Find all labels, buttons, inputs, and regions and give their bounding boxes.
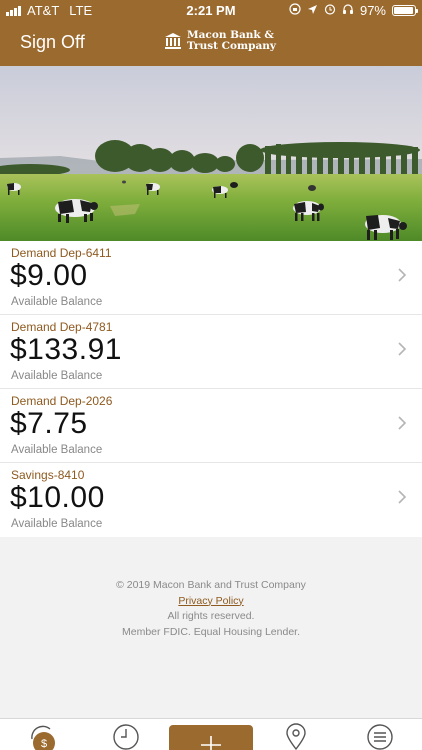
headphones-icon <box>342 3 354 18</box>
sign-off-button[interactable]: Sign Off <box>20 32 85 53</box>
nav-row: Sign Off Macon Bank & Trust Company <box>0 22 422 66</box>
tab-history[interactable] <box>112 723 140 750</box>
bank-logo-text: Macon Bank & Trust Company <box>187 30 276 52</box>
screen-lock-icon <box>289 3 301 18</box>
chevron-right-icon <box>398 342 407 356</box>
account-name: Savings-8410 <box>11 468 85 482</box>
account-balance: $9.00 <box>10 259 88 292</box>
available-balance-label: Available Balance <box>11 444 103 456</box>
location-icon <box>286 723 306 750</box>
menu-icon <box>367 724 393 750</box>
available-balance-label: Available Balance <box>11 296 103 308</box>
account-row[interactable]: Savings-8410 $10.00 Available Balance <box>0 463 422 537</box>
fdic-text: Member FDIC. Equal Housing Lender. <box>121 625 300 638</box>
battery-icon <box>392 5 418 16</box>
tab-bar: $ <box>0 718 422 750</box>
account-name: Demand Dep-6411 <box>11 246 112 260</box>
hero-image <box>0 66 422 241</box>
account-balance: $7.75 <box>10 407 88 440</box>
bank-logo-icon <box>165 33 181 49</box>
location-arrow-icon <box>307 4 318 18</box>
account-balance: $133.91 <box>10 333 122 366</box>
alarm-icon <box>324 3 336 18</box>
chevron-right-icon <box>398 416 407 430</box>
available-balance-label: Available Balance <box>11 370 103 382</box>
svg-text:$: $ <box>41 738 47 750</box>
available-balance-label: Available Balance <box>11 518 103 530</box>
footer: © 2019 Macon Bank and Trust Company Priv… <box>0 578 422 640</box>
logo-line-2: Trust Company <box>187 40 276 52</box>
copyright-text: © 2019 Macon Bank and Trust Company <box>116 579 306 591</box>
account-row[interactable]: Demand Dep-6411 $9.00 Available Balance <box>0 241 422 315</box>
accounts-icon: $ <box>31 725 55 750</box>
tab-accounts[interactable]: $ <box>28 723 58 750</box>
account-name: Demand Dep-4781 <box>11 320 113 334</box>
chevron-right-icon <box>398 490 407 504</box>
account-balance: $10.00 <box>10 481 105 514</box>
tab-add[interactable] <box>169 725 253 750</box>
account-row[interactable]: Demand Dep-2026 $7.75 Available Balance <box>0 389 422 463</box>
history-icon <box>113 724 139 750</box>
app-header: AT&T LTE 2:21 PM 97% Sign Off Macon Bank… <box>0 0 422 66</box>
tab-locations[interactable] <box>284 723 308 750</box>
tab-menu[interactable] <box>366 723 394 750</box>
status-right: 97% <box>289 3 418 18</box>
chevron-right-icon <box>398 268 407 282</box>
bank-logo: Macon Bank & Trust Company <box>163 30 276 52</box>
privacy-policy-link[interactable]: Privacy Policy <box>0 594 422 610</box>
accounts-list: Demand Dep-6411 $9.00 Available Balance … <box>0 241 422 537</box>
account-row[interactable]: Demand Dep-4781 $133.91 Available Balanc… <box>0 315 422 389</box>
account-name: Demand Dep-2026 <box>11 394 113 408</box>
rights-text: All rights reserved. <box>167 610 255 622</box>
battery-percent: 97% <box>359 3 386 18</box>
status-bar: AT&T LTE 2:21 PM 97% <box>0 0 422 22</box>
plus-icon <box>201 736 221 750</box>
